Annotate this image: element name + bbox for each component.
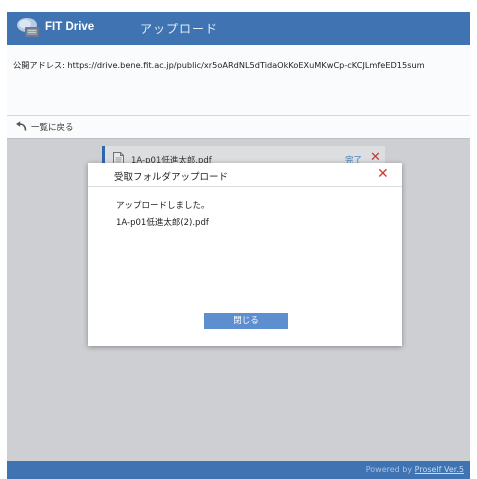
back-to-list-link[interactable]: 一覧に戻る — [7, 116, 470, 139]
dialog-file-name: 1A-p01低進太郎(2).pdf — [116, 218, 209, 228]
page-title: アップロード — [140, 22, 219, 36]
dialog-close-icon[interactable]: ✕ — [377, 166, 389, 182]
public-address-text: 公開アドレス: https://drive.bene.fit.ac.jp/pub… — [13, 60, 425, 70]
powered-by-text: Powered by Proself Ver.5 — [366, 465, 464, 474]
back-to-list-label: 一覧に戻る — [31, 123, 74, 133]
powered-by-prefix: Powered by — [365, 465, 415, 474]
header-bar: FIT Drive アップロード — [7, 12, 470, 45]
address-panel: 公開アドレス: https://drive.bene.fit.ac.jp/pub… — [7, 45, 470, 116]
dialog-message: アップロードしました。 — [116, 201, 210, 211]
dialog-header: 受取フォルダアップロード ✕ — [88, 163, 402, 187]
footer-bar: Powered by Proself Ver.5 — [7, 461, 470, 479]
dialog-title: 受取フォルダアップロード — [114, 172, 229, 183]
upload-complete-dialog: 受取フォルダアップロード ✕ アップロードしました。 1A-p01低進太郎(2)… — [88, 163, 402, 346]
back-arrow-icon — [16, 121, 27, 131]
app-window: FIT Drive アップロード 公開アドレス: https://drive.b… — [7, 12, 470, 479]
brand-name: FIT Drive — [45, 21, 95, 33]
drive-logo-icon[interactable] — [16, 17, 42, 39]
proself-link[interactable]: Proself Ver.5 — [415, 465, 464, 474]
close-button[interactable]: 閉じる — [204, 313, 288, 329]
